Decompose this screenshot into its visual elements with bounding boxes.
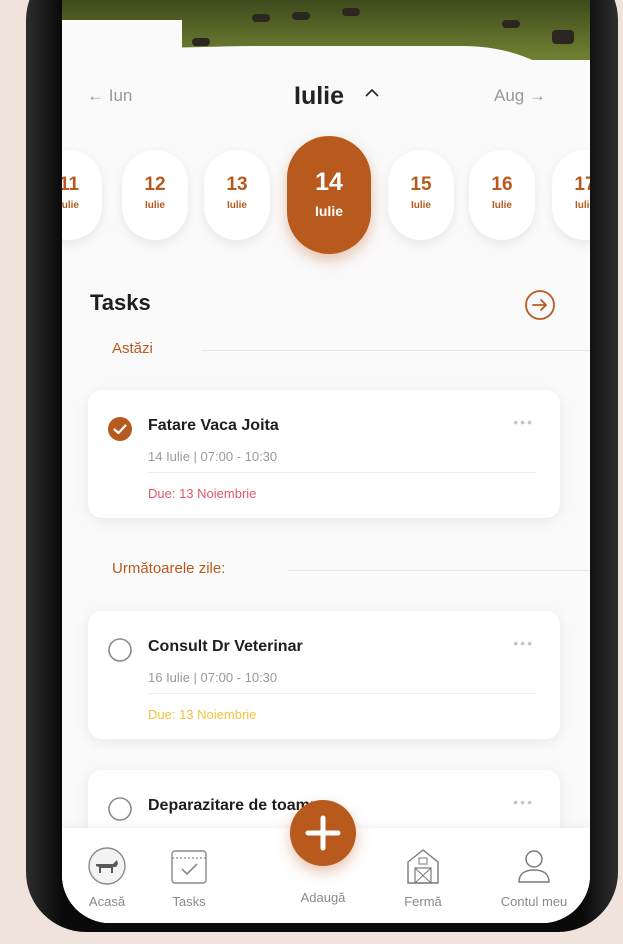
day-month: Iulie: [62, 200, 79, 211]
section-upcoming-label: Următoarele zile:: [112, 560, 226, 577]
day-number: 15: [410, 174, 432, 195]
day-number: 14: [315, 168, 343, 196]
more-options-icon[interactable]: •••: [513, 414, 534, 430]
day-item[interactable]: 12 Iulie: [122, 150, 188, 240]
task-card[interactable]: Fatare Vaca Joita ••• 14 Iulie | 07:00 -…: [88, 390, 560, 518]
day-month: Iulie: [410, 200, 431, 211]
day-item[interactable]: 16 Iulie: [469, 150, 535, 240]
nav-tasks-label: Tasks: [172, 894, 206, 909]
next-month-link[interactable]: Aug →: [494, 86, 546, 106]
task-title: Consult Dr Veterinar: [148, 638, 303, 655]
task-card[interactable]: Consult Dr Veterinar ••• 16 Iulie | 07:0…: [88, 611, 560, 739]
day-item[interactable]: 17 Iulie: [552, 150, 590, 240]
card-divider: [148, 472, 536, 473]
nav-home[interactable]: Acasă: [62, 846, 152, 909]
nav-account[interactable]: Contul meu: [479, 846, 589, 909]
task-time: 16 Iulie | 07:00 - 10:30: [148, 670, 278, 685]
prev-month-link[interactable]: ← Iun: [87, 86, 132, 106]
nav-add-label: Adaugă: [300, 890, 346, 905]
calendar-icon: [171, 850, 207, 884]
nav-farm[interactable]: Fermă: [378, 846, 468, 909]
day-selector: 11 Iulie 12 Iulie 13 Iulie 14 Iulie 15 I…: [62, 136, 590, 254]
day-number: 16: [491, 174, 513, 195]
day-number: 17: [574, 174, 590, 195]
more-options-icon[interactable]: •••: [513, 794, 534, 810]
day-item[interactable]: 13 Iulie: [204, 150, 270, 240]
month-navigation: ← Iun Iulie Aug →: [62, 82, 590, 112]
nav-farm-label: Fermă: [404, 894, 442, 909]
tasks-heading: Tasks: [90, 290, 151, 315]
add-button[interactable]: [290, 800, 356, 866]
task-due-date: Due: 13 Noiembrie: [148, 486, 257, 501]
day-number: 11: [62, 174, 80, 195]
section-divider: [202, 350, 590, 351]
nav-home-label: Acasă: [88, 894, 126, 909]
bottom-navigation: Acasă Tasks Adaugă Fermă Contul meu: [62, 800, 590, 923]
task-time: 14 Iulie | 07:00 - 10:30: [148, 449, 278, 464]
arrow-circle-right-icon[interactable]: [524, 289, 556, 321]
cow-icon: [88, 847, 126, 885]
day-number: 12: [144, 174, 166, 195]
check-circle-icon[interactable]: [108, 417, 132, 441]
day-item-selected[interactable]: 14 Iulie: [287, 136, 371, 254]
empty-circle-icon[interactable]: [108, 797, 132, 821]
task-title: Fatare Vaca Joita: [148, 417, 279, 434]
nav-account-label: Contul meu: [500, 894, 568, 909]
task-due-date: Due: 13 Noiembrie: [148, 707, 257, 722]
day-month: Iulie: [574, 200, 590, 211]
empty-circle-icon[interactable]: [108, 638, 132, 662]
section-divider: [288, 570, 590, 571]
day-month: Iulie: [314, 203, 343, 219]
plus-icon: [305, 815, 341, 851]
app-screen: ← Iun Iulie Aug → 11 Iulie 12 Iulie 13 I…: [62, 0, 590, 923]
nav-tasks[interactable]: Tasks: [144, 846, 234, 909]
day-number: 13: [226, 174, 248, 195]
current-month-title[interactable]: Iulie: [294, 82, 344, 111]
more-options-icon[interactable]: •••: [513, 635, 534, 651]
section-today-label: Astăzi: [112, 340, 153, 357]
chevron-up-icon[interactable]: [364, 85, 380, 101]
day-item[interactable]: 15 Iulie: [388, 150, 454, 240]
card-divider: [148, 693, 536, 694]
barn-icon: [407, 849, 439, 884]
day-month: Iulie: [491, 200, 512, 211]
day-month: Iulie: [144, 200, 165, 211]
day-item[interactable]: 11 Iulie: [62, 150, 102, 240]
day-month: Iulie: [226, 200, 247, 211]
user-icon: [518, 850, 550, 883]
